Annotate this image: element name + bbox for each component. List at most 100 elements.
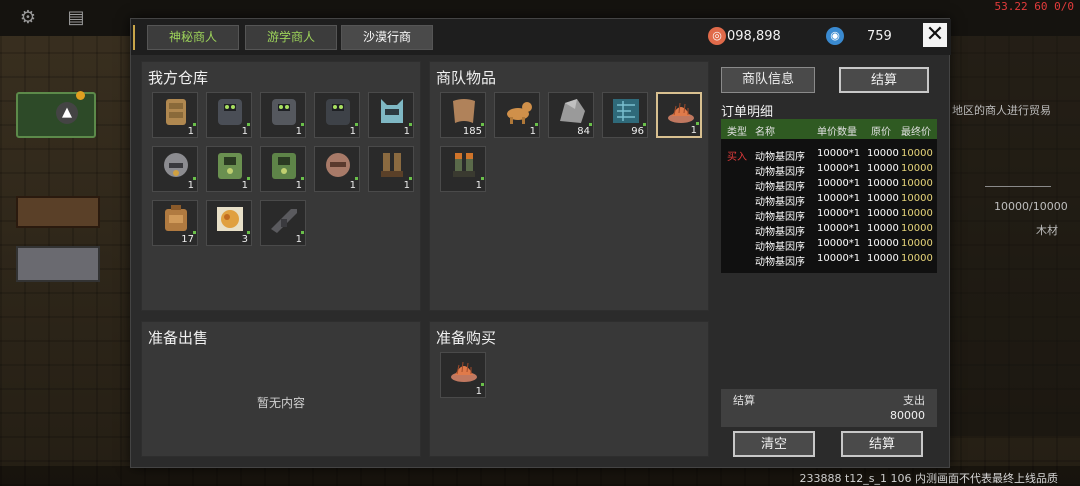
order-cell-name: 动物基因序 <box>755 227 805 238</box>
item-quantity: 1 <box>295 234 302 245</box>
summary-label: 结算 <box>733 394 755 407</box>
item-quantity: 1 <box>529 126 536 137</box>
item-slot-boots[interactable]: 1 <box>368 146 414 192</box>
order-cell-name: 动物基因序 <box>755 197 805 208</box>
item-slot-cat-helmet[interactable]: 1 <box>368 92 414 138</box>
order-row: 动物基因序 10000*1 10000 10000 <box>721 162 937 178</box>
order-cell-type: 买入 <box>727 152 747 163</box>
tab-traveling-scholar[interactable]: 游学商人 <box>245 25 337 50</box>
item-quantity: 96 <box>631 126 644 137</box>
item-quantity: 1 <box>403 180 410 191</box>
order-cell-name: 动物基因序 <box>755 152 805 163</box>
power-armor-3-icon <box>321 95 355 127</box>
order-cell-final: 10000 <box>901 148 933 159</box>
dimetrodon-icon <box>447 355 481 387</box>
item-slot-dimetrodon[interactable]: 1 <box>440 352 486 398</box>
item-quantity: 1 <box>475 386 482 397</box>
order-row: 买入 动物基因序 10000*1 10000 10000 <box>721 147 937 163</box>
ready-sell-title: 准备出售 <box>148 329 209 347</box>
item-slot-dimetrodon[interactable]: 1 <box>656 92 702 138</box>
order-cell-name: 动物基因序 <box>755 167 805 178</box>
item-slot-power-armor-3[interactable]: 1 <box>314 92 360 138</box>
item-quantity: 1 <box>349 180 356 191</box>
order-side-panel: 商队信息 结算 订单明细 类型 名称 单价数量 原价 最终价 买入 动物基因序 10… <box>719 65 941 457</box>
tab-mysterious-merchant[interactable]: 神秘商人 <box>147 25 239 50</box>
chat-icon[interactable]: ▤ <box>66 8 86 28</box>
item-slot-power-armor-2[interactable]: 1 <box>260 92 306 138</box>
clear-button[interactable]: 清空 <box>733 431 815 457</box>
my-warehouse-panel: 我方仓库 1 1 1 1 1 1 1 1 1 1 17 3 1 <box>141 61 421 311</box>
item-quantity: 1 <box>241 126 248 137</box>
dimetrodon-icon <box>664 96 698 128</box>
tab-desert-trader[interactable]: 沙漠行商 <box>341 25 433 50</box>
order-row: 动物基因序 10000*1 10000 10000 <box>721 237 937 253</box>
item-quantity: 1 <box>475 180 482 191</box>
dog-icon <box>501 95 535 127</box>
item-slot-green-armor-1[interactable]: 1 <box>206 146 252 192</box>
order-cell-final: 10000 <box>901 223 933 234</box>
item-quantity: 1 <box>295 126 302 137</box>
item-slot-dog[interactable]: 1 <box>494 92 540 138</box>
order-cell-unit: 10000*1 <box>817 178 861 189</box>
settle-button[interactable]: 结算 <box>841 431 923 457</box>
order-cell-price: 10000 <box>867 178 899 189</box>
order-cell-price: 10000 <box>867 208 899 219</box>
item-slot-rifle[interactable]: 1 <box>260 200 306 246</box>
caravan-info-button[interactable]: 商队信息 <box>721 67 815 93</box>
notification-dot-icon <box>76 91 85 100</box>
order-cell-final: 10000 <box>901 178 933 189</box>
item-slot-circuit[interactable]: 96 <box>602 92 648 138</box>
cat-helmet-icon <box>375 95 409 127</box>
item-slot-stone[interactable]: 84 <box>548 92 594 138</box>
stone-icon <box>555 95 589 127</box>
circuit-icon <box>609 95 643 127</box>
game-shelf <box>16 196 100 228</box>
caravan-items-title: 商队物品 <box>436 69 497 87</box>
settle-top-button[interactable]: 结算 <box>839 67 929 93</box>
item-slot-power-armor-1[interactable]: 1 <box>206 92 252 138</box>
background-side-panel <box>950 36 1080 436</box>
power-armor-2-icon <box>267 95 301 127</box>
item-slot-brown-helmet[interactable]: 1 <box>314 146 360 192</box>
warning-icon: ▲ <box>56 102 78 124</box>
item-quantity: 1 <box>349 126 356 137</box>
ready-buy-title: 准备购买 <box>436 329 497 347</box>
order-cell-name: 动物基因序 <box>755 212 805 223</box>
order-row: 动物基因序 10000*1 10000 10000 <box>721 252 937 268</box>
item-slot-leather[interactable]: 185 <box>440 92 486 138</box>
order-cell-name: 动物基因序 <box>755 257 805 268</box>
col-type: 类型 <box>727 127 747 138</box>
background-capacity-text: 10000/10000 <box>994 200 1068 213</box>
order-cell-unit: 10000*1 <box>817 253 861 264</box>
leather-icon <box>447 95 481 127</box>
item-slot-gray-helmet[interactable]: 1 <box>152 146 198 192</box>
expense-label: 支出 <box>903 394 925 407</box>
col-final: 最终价 <box>901 127 931 138</box>
background-wood-text: 木材 <box>1036 224 1058 237</box>
power-armor-1-icon <box>213 95 247 127</box>
item-slot-vest-armor[interactable]: 1 <box>152 92 198 138</box>
item-slot-green-armor-2[interactable]: 1 <box>260 146 306 192</box>
item-slot-meal-plate[interactable]: 3 <box>206 200 252 246</box>
coin-amount: 098,898 <box>727 29 781 44</box>
item-quantity: 1 <box>187 180 194 191</box>
ready-buy-grid: 1 <box>440 352 702 398</box>
green-boots-icon <box>447 149 481 181</box>
order-cell-final: 10000 <box>901 208 933 219</box>
trade-window: 神秘商人 游学商人 沙漠行商 ◎ 098,898 ◉ 759 ✕ 我方仓库 11… <box>130 18 951 468</box>
order-cell-unit: 10000*1 <box>817 208 861 219</box>
item-quantity: 17 <box>181 234 194 245</box>
caravan-items-panel: 商队物品 185 1 84 96 1 1 <box>429 61 709 311</box>
item-slot-green-boots[interactable]: 1 <box>440 146 486 192</box>
backpack-icon <box>159 203 193 235</box>
item-quantity: 3 <box>241 234 248 245</box>
item-slot-backpack[interactable]: 17 <box>152 200 198 246</box>
coin-icon: ◎ <box>708 27 726 45</box>
order-cell-unit: 10000*1 <box>817 193 861 204</box>
order-cell-name: 动物基因序 <box>755 242 805 253</box>
gray-helmet-icon <box>159 149 193 181</box>
settings-gear-icon[interactable]: ⚙ <box>18 8 38 28</box>
order-cell-unit: 10000*1 <box>817 163 861 174</box>
close-button[interactable]: ✕ <box>923 23 947 47</box>
order-cell-price: 10000 <box>867 193 899 204</box>
